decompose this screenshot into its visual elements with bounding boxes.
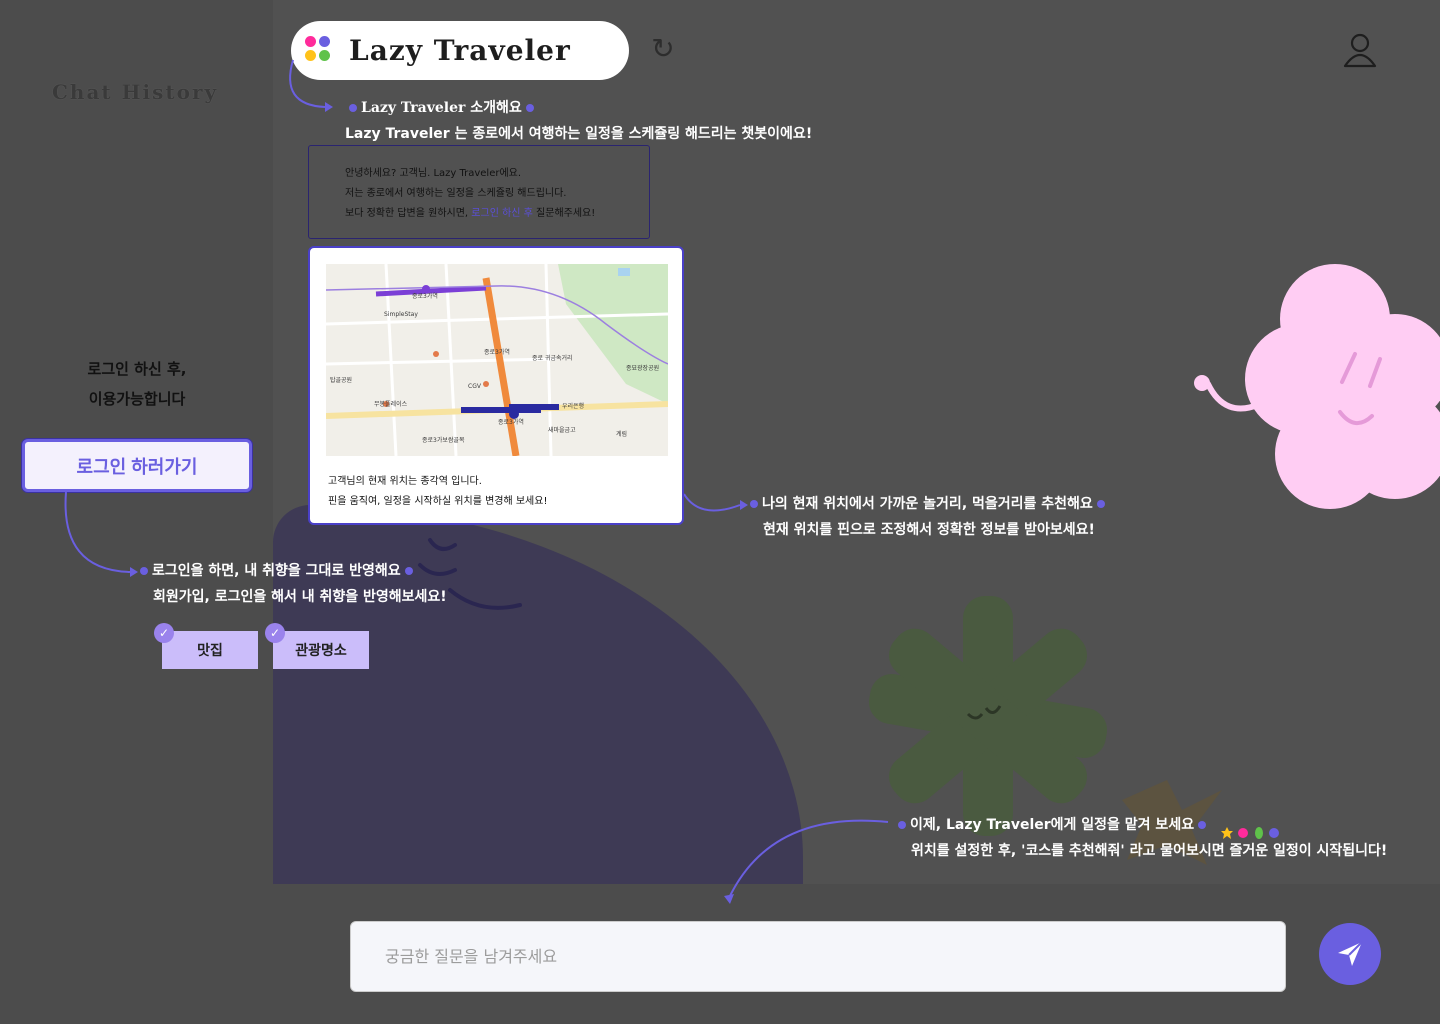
course-info-line2: 위치를 설정한 후, '코스를 추천해줘' 라고 물어보시면 즐거운 일정이 시… — [911, 843, 1388, 859]
map-label: 탑골공원 — [330, 376, 352, 384]
location-info-line1: 나의 현재 위치에서 가까운 놀거리, 먹을거리를 추천해요 — [746, 491, 1109, 517]
map-label: CGV — [468, 383, 482, 390]
check-icon: ✓ — [154, 623, 174, 643]
bullet-dot-icon — [1198, 821, 1207, 829]
login-info: 로그인을 하면, 내 취향을 그대로 반영해요 회원가입, 로그인을 해서 내 … — [136, 558, 447, 610]
map-label: 우리은행 — [562, 402, 584, 410]
map-label: SimpleStay — [384, 311, 418, 318]
bullet-dot-icon — [750, 500, 758, 508]
bullet-dot-icon — [1096, 500, 1105, 508]
pref-tag-attraction[interactable]: 관광명소 — [273, 631, 369, 669]
map-label: 새마을금고 — [548, 426, 576, 434]
course-info-line1: 이제, Lazy Traveler에게 일정을 맡겨 보세요 — [894, 812, 1387, 838]
map-label: 종묘광장공원 — [626, 364, 659, 372]
location-info: 나의 현재 위치에서 가까운 놀거리, 먹을거리를 추천해요 현재 위치를 핀으… — [746, 491, 1109, 543]
chat-line: 안녕하세요? 고객님. Lazy Traveler에요. — [345, 168, 522, 179]
chat-line-post: 질문해주세요! — [532, 208, 596, 219]
intro-brand: Lazy Traveler — [361, 100, 466, 116]
map-label: 종로3가역 — [498, 418, 524, 426]
map-card: 종로3가역 종로3가역 종로3가역 종로 귀금속거리 종로3가보쌈골목 Simp… — [308, 246, 684, 525]
login-info-line2: 회원가입, 로그인을 해서 내 취향을 반영해보세요! — [153, 589, 447, 605]
check-icon: ✓ — [265, 623, 285, 643]
intro-subtitle: Lazy Traveler 는 종로에서 여행하는 일정을 스케쥴링 해드리는 … — [345, 126, 813, 142]
location-info-text: 나의 현재 위치에서 가까운 놀거리, 먹을거리를 추천해요 — [762, 496, 1093, 512]
question-input[interactable] — [350, 921, 1286, 992]
login-info-line1: 로그인을 하면, 내 취향을 그대로 반영해요 — [136, 558, 447, 584]
chat-bubble: 안녕하세요? 고객님. Lazy Traveler에요. 저는 종로에서 여행하… — [308, 145, 650, 239]
pref-tag-restaurant[interactable]: 맛집 — [162, 631, 258, 669]
intro-title-rest: 소개해요 — [465, 100, 522, 116]
bullet-dot-icon — [140, 567, 148, 575]
bullet-dot-icon — [349, 104, 357, 112]
map-label: 종로3가역 — [412, 292, 438, 300]
map-caption-line: 고객님의 현재 위치는 종각역 입니다. — [328, 476, 482, 487]
chat-line-highlight: 로그인 하신 후 — [471, 208, 533, 219]
map-label: 종로3가보쌈골목 — [422, 436, 465, 444]
intro-title: Lazy Traveler 소개해요 — [345, 97, 538, 117]
course-info: 이제, Lazy Traveler에게 일정을 맡겨 보세요 위치를 설정한 후… — [894, 812, 1387, 864]
map-label: 무봉플레이스 — [374, 400, 408, 408]
map-image[interactable]: 종로3가역 종로3가역 종로3가역 종로 귀금속거리 종로3가보쌈골목 Simp… — [326, 264, 668, 456]
bullet-dot-icon — [404, 567, 413, 575]
location-info-line2: 현재 위치를 핀으로 조정해서 정확한 정보를 받아보세요! — [763, 522, 1095, 538]
send-icon — [1338, 941, 1363, 966]
send-button[interactable] — [1319, 923, 1381, 985]
map-caption: 고객님의 현재 위치는 종각역 입니다. 핀을 움직여, 일정을 시작하실 위치… — [328, 472, 547, 512]
login-info-text: 로그인을 하면, 내 취향을 그대로 반영해요 — [152, 563, 401, 579]
bullet-dot-icon — [898, 821, 906, 829]
colorful-shapes-icon — [1221, 827, 1279, 839]
connector-lines — [64, 59, 889, 904]
bullet-dot-icon — [525, 104, 534, 112]
chat-line-pre: 보다 정확한 답변을 원하시면, — [345, 208, 472, 219]
map-label: 종로 귀금속거리 — [532, 354, 573, 362]
course-info-text: 이제, Lazy Traveler에게 일정을 맡겨 보세요 — [910, 817, 1195, 833]
chat-line: 보다 정확한 답변을 원하시면, 로그인 하신 후 질문해주세요! — [345, 204, 649, 224]
map-label: 종로3가역 — [484, 348, 510, 356]
map-caption-line: 핀을 움직여, 일정을 시작하실 위치를 변경해 보세요! — [328, 496, 548, 507]
map-label: 계림 — [616, 430, 627, 438]
chat-line: 저는 종로에서 여행하는 일정을 스케쥴링 해드립니다. — [345, 188, 567, 199]
